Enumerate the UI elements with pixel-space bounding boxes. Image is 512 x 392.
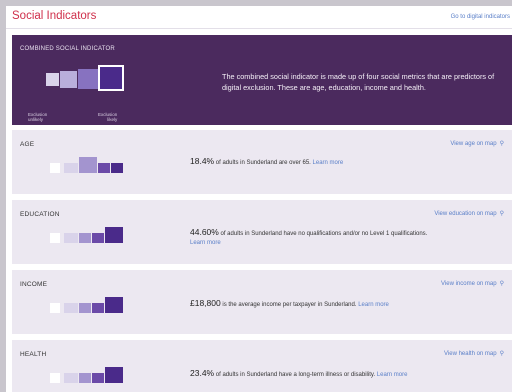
scale-square-1	[46, 73, 59, 86]
map-link-label: View health on map	[444, 351, 497, 357]
learn-more-link[interactable]: Learn more	[313, 160, 344, 166]
indicator-name: EDUCATION	[20, 211, 60, 218]
panel-header: Social Indicators Go to digital indicato…	[6, 6, 512, 29]
legend-low-line2: unlikely	[28, 117, 44, 122]
view-income-on-map-link[interactable]: View income on map ⚲	[441, 280, 504, 287]
scale-square-2	[64, 373, 78, 383]
map-link-label: View income on map	[441, 281, 497, 287]
scale-square-5	[111, 163, 123, 173]
scale-square-2	[60, 71, 77, 88]
view-health-on-map-link[interactable]: View health on map ⚲	[444, 350, 504, 357]
learn-more-link[interactable]: Learn more	[358, 302, 389, 308]
scale-square-3	[79, 233, 91, 243]
indicator-card-age: AGE View age on map ⚲ 18.4% of adults in …	[12, 130, 512, 194]
indicator-card-health: HEALTH View health on map ⚲ 23.4% of adul…	[12, 340, 512, 392]
statement-text: is the	[222, 302, 237, 308]
map-pin-icon: ⚲	[499, 351, 504, 357]
indicator-name: AGE	[20, 141, 35, 148]
scale-square-5-selected	[105, 227, 123, 243]
scale-square-2	[64, 163, 78, 173]
scale-square-1	[50, 163, 60, 173]
page-title: Social Indicators	[12, 10, 97, 22]
scale-square-1	[50, 233, 60, 243]
statement-highlight: no qualifications and/or no Level 1 qual…	[298, 231, 428, 237]
statement-text: of adults in Sunderland have	[220, 231, 297, 237]
scale-square-4	[92, 373, 104, 383]
indicator-value: 44.60%	[190, 227, 219, 237]
combined-indicator-description: The combined social indicator is made up…	[222, 72, 495, 92]
scale-square-3	[79, 373, 91, 383]
statement-highlight: over 65.	[289, 160, 311, 166]
scale-square-4	[92, 303, 104, 313]
indicator-name: HEALTH	[20, 351, 47, 358]
go-to-digital-indicators-link[interactable]: Go to digital indicators	[451, 14, 510, 20]
combined-indicator-banner: COMBINED SOCIAL INDICATOR Exclusion unli…	[12, 35, 512, 125]
indicator-card-education: EDUCATION View education on map ⚲ 44.60% …	[12, 200, 512, 264]
map-pin-icon: ⚲	[499, 141, 504, 147]
indicator-statement: 44.60% of adults in Sunderland have no q…	[190, 228, 490, 248]
view-age-on-map-link[interactable]: View age on map ⚲	[450, 140, 504, 147]
map-pin-icon: ⚲	[499, 211, 504, 217]
scale-square-2	[64, 303, 78, 313]
indicator-name: INCOME	[20, 281, 48, 288]
scale-square-3	[79, 303, 91, 313]
map-link-label: View education on map	[434, 211, 497, 217]
combined-indicator-label: COMBINED SOCIAL INDICATOR	[20, 46, 115, 52]
legend-exclusion-likely: Exclusion likely	[98, 112, 117, 122]
indicator-statement: 23.4% of adults in Sunderland have a lon…	[190, 369, 490, 380]
social-indicators-panel: Social Indicators Go to digital indicato…	[6, 6, 512, 392]
indicator-value: £18,800	[190, 298, 221, 308]
scale-square-3	[78, 69, 98, 89]
scale-square-1	[50, 303, 60, 313]
statement-highlight: average income per taxpayer	[238, 302, 317, 308]
map-pin-icon: ⚲	[499, 281, 504, 287]
indicator-card-income: INCOME View income on map ⚲ £18,800 is th…	[12, 270, 512, 334]
scale-square-5-selected	[105, 297, 123, 313]
indicator-statement: £18,800 is the average income per taxpay…	[190, 299, 490, 310]
statement-text: of adults in Sunderland have a	[215, 372, 297, 378]
learn-more-link[interactable]: Learn more	[377, 372, 408, 378]
statement-suffix: in Sunderland.	[317, 302, 357, 308]
legend-high-line2: likely	[107, 117, 118, 122]
scale-square-4	[98, 163, 110, 173]
statement-highlight: long-term illness or disability.	[298, 372, 376, 378]
scale-square-4	[92, 233, 104, 243]
scale-square-3-selected	[79, 157, 97, 173]
scale-square-5-selected	[105, 367, 123, 383]
learn-more-link[interactable]: Learn more	[190, 240, 221, 246]
indicator-value: 23.4%	[190, 368, 215, 378]
indicator-statement: 18.4% of adults in Sunderland are over 6…	[190, 157, 490, 168]
statement-text: of adults in Sunderland are	[215, 160, 288, 166]
indicator-value: 18.4%	[190, 156, 215, 166]
map-link-label: View age on map	[450, 141, 497, 147]
legend-exclusion-unlikely: Exclusion unlikely	[28, 112, 47, 122]
scale-square-2	[64, 233, 78, 243]
scale-square-4-selected	[98, 65, 124, 91]
scale-square-1	[50, 373, 60, 383]
view-education-on-map-link[interactable]: View education on map ⚲	[434, 210, 504, 217]
